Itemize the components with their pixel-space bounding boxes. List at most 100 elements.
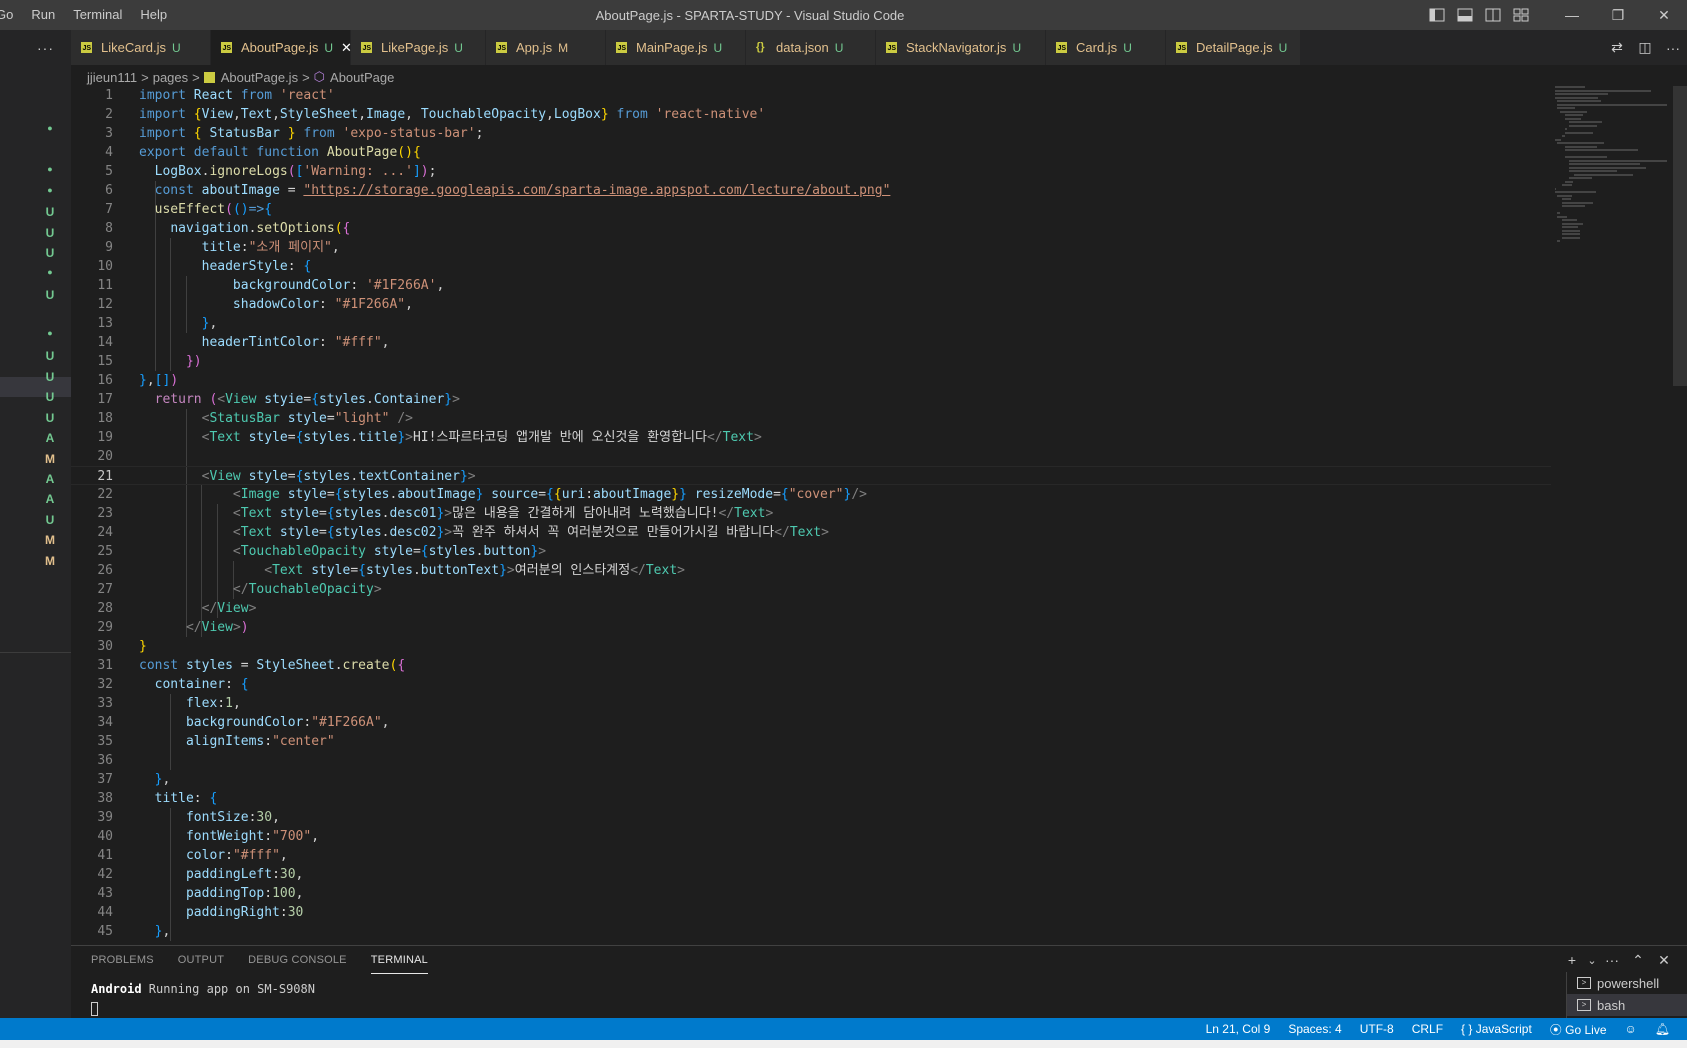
code-editor[interactable]: 1 import React from 'react' 2 import {View,… (71, 86, 1687, 942)
new-terminal-icon[interactable]: + (1559, 952, 1585, 968)
git-status-badge: U (1012, 40, 1022, 55)
code-token: > (538, 544, 547, 559)
file-status-badge: M (45, 452, 55, 466)
code-token: { (412, 145, 421, 160)
more-editor-actions-icon[interactable]: ··· (1659, 40, 1687, 56)
cursor-position[interactable]: Ln 21, Col 9 (1197, 1022, 1280, 1036)
minimap-line (1555, 138, 1561, 141)
tab-likepage-js[interactable]: JS LikePage.js U (351, 30, 486, 65)
code-token: ; (428, 164, 437, 179)
menu-help[interactable]: Help (131, 0, 176, 30)
minimap-line (1569, 121, 1602, 123)
tab-card-js[interactable]: JS Card.js U (1046, 30, 1166, 65)
code-token: } (139, 373, 147, 388)
tab-stacknavigator-js[interactable]: JS StackNavigator.js U (876, 30, 1046, 65)
terminal-message: Running app on SM-S908N (141, 982, 315, 996)
more-panel-actions-icon[interactable]: ··· (1599, 952, 1625, 968)
tab-terminal[interactable]: TERMINAL (370, 946, 428, 974)
code-token: { (209, 791, 218, 806)
code-line: 37 }, (71, 770, 1551, 789)
breadcrumb-symbol[interactable]: AboutPage (330, 70, 394, 85)
file-status-badge: U (45, 411, 55, 425)
line-ending[interactable]: CRLF (1403, 1022, 1452, 1036)
terminal-instance-powershell[interactable]: > powershell (1567, 972, 1687, 994)
indentation[interactable]: Spaces: 4 (1279, 1022, 1350, 1036)
maximize-panel-icon[interactable]: ⌃ (1625, 952, 1651, 969)
symbol-method-icon: ⬡ (313, 69, 326, 84)
code-token: { (334, 487, 343, 502)
editor-actions: ⇄ ◫ ··· (1603, 30, 1687, 65)
tab-debug-console[interactable]: DEBUG CONSOLE (248, 946, 347, 974)
line-number: 27 (97, 582, 113, 597)
code-token: StyleSheet (279, 107, 359, 122)
feedback-icon[interactable]: ☺ (1616, 1022, 1646, 1036)
tab-app-js[interactable]: JS App.js M (486, 30, 606, 65)
toggle-primary-sidebar-icon[interactable] (1423, 0, 1451, 30)
tab-output[interactable]: OUTPUT (178, 946, 224, 974)
tab-aboutpage-js[interactable]: JS AboutPage.js U ✕ (211, 30, 352, 65)
tab-problems[interactable]: PROBLEMS (91, 946, 154, 974)
terminal-dropdown-icon[interactable]: ⌄ (1585, 954, 1599, 967)
tab-label: LikePage.js (381, 40, 449, 55)
breadcrumb-file[interactable]: AboutPage.js (221, 70, 298, 85)
breadcrumb-folder-root[interactable]: jjieun111 (87, 70, 137, 85)
close-window-icon[interactable]: ✕ (1641, 0, 1687, 30)
tab-likecard-js[interactable]: JS LikeCard.js U (71, 30, 211, 65)
open-changes-icon[interactable]: ⇄ (1603, 39, 1631, 56)
split-editor-icon[interactable]: ◫ (1631, 39, 1659, 56)
language-mode[interactable]: { } JavaScript (1452, 1022, 1541, 1036)
encoding[interactable]: UTF-8 (1351, 1022, 1403, 1036)
toggle-panel-icon[interactable] (1451, 0, 1479, 30)
tab-detailpage-js[interactable]: JS DetailPage.js U (1166, 30, 1301, 65)
code-token: { (193, 107, 202, 122)
code-token: </ (774, 525, 790, 540)
tab-label: DetailPage.js (1196, 40, 1273, 55)
code-token: { (420, 544, 429, 559)
code-token: { (264, 202, 273, 217)
toggle-secondary-sidebar-icon[interactable] (1479, 0, 1507, 30)
code-line: 45 }, (71, 922, 1551, 941)
tab-mainpage-js[interactable]: JS MainPage.js U (606, 30, 746, 65)
code-text: fontWeight:"700", (139, 827, 319, 846)
customize-layout-icon[interactable] (1507, 0, 1535, 30)
language-label: JavaScript (1475, 1022, 1532, 1036)
code-text: <Text style={styles.title}>HI!스파르타코딩 앱개발… (139, 428, 762, 447)
tab-label: Card.js (1076, 40, 1118, 55)
code-text: title: { (139, 789, 218, 808)
code-line: 24 <Text style={styles.desc02}>꼭 완주 하셔서 … (71, 523, 1551, 542)
minimap[interactable] (1555, 86, 1675, 266)
notifications-bell-icon[interactable]: 🔔︎ (1646, 1022, 1679, 1036)
menu-run[interactable]: Run (22, 0, 64, 30)
code-text: }) (139, 352, 202, 371)
code-token: > (444, 506, 453, 521)
code-text: navigation.setOptions({ (139, 219, 350, 238)
code-token: , (295, 867, 304, 882)
code-token: paddingTop (185, 886, 265, 901)
code-text: headerStyle: { (139, 257, 312, 276)
line-number: 45 (97, 924, 113, 939)
code-token: import (139, 107, 194, 122)
editor-scrollbar[interactable] (1673, 86, 1687, 386)
go-live-button[interactable]: ⦿ Go Live (1541, 1021, 1616, 1038)
code-token: title (358, 430, 398, 445)
line-number: 13 (97, 316, 113, 331)
line-number: 1 (105, 88, 113, 103)
close-panel-icon[interactable]: ✕ (1651, 952, 1677, 969)
menu-go[interactable]: Go (0, 0, 22, 30)
minimize-icon[interactable]: — (1549, 0, 1595, 30)
menu-terminal[interactable]: Terminal (64, 0, 131, 30)
code-token: . (334, 658, 343, 673)
terminal-instance-bash[interactable]: > bash (1567, 994, 1687, 1016)
more-actions-icon[interactable]: ··· (37, 40, 54, 56)
tab-data-json[interactable]: {} data.json U (746, 30, 876, 65)
title-bar: Go Run Terminal Help AboutPage.js - SPAR… (0, 0, 1687, 30)
terminal-output[interactable]: Android Running app on SM-S908N (91, 982, 315, 996)
breadcrumb-folder-pages[interactable]: pages (153, 70, 188, 85)
js-file-icon: JS (616, 42, 627, 53)
line-number: 19 (97, 430, 113, 445)
restore-icon[interactable]: ❐ (1595, 0, 1641, 30)
code-token: , (331, 240, 340, 255)
code-line: 25 <TouchableOpacity style={styles.butto… (71, 542, 1551, 561)
minimap-line (1555, 86, 1585, 88)
